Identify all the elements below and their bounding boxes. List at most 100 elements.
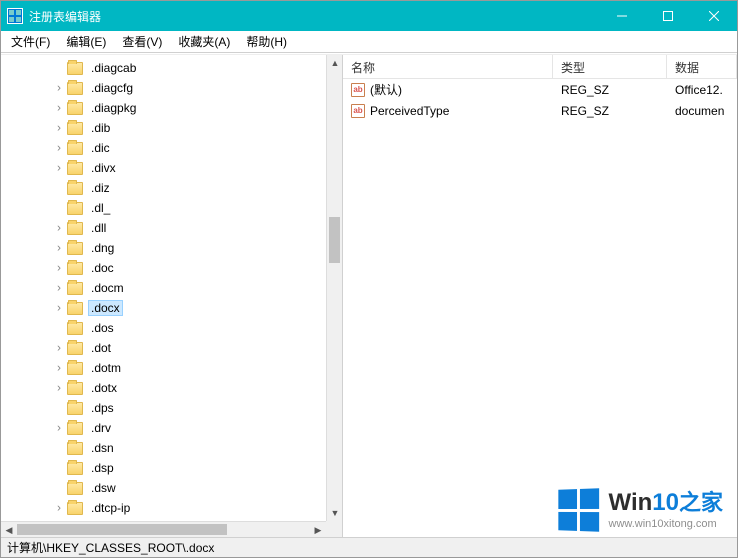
value-name-cell: ab(默认) (343, 81, 553, 98)
tree-item[interactable]: › .docx (1, 298, 326, 318)
expander-icon[interactable]: › (52, 141, 66, 155)
tree-item-label: .docm (88, 280, 127, 296)
menu-favorites[interactable]: 收藏夹(A) (172, 31, 236, 52)
tree-item-label: .dsw (88, 480, 119, 496)
expander-icon[interactable]: › (52, 421, 66, 435)
tree-item[interactable]: ›.dic (1, 138, 326, 158)
folder-icon (67, 422, 83, 435)
content-area: .diagcab›.diagcfg›.diagpkg›.dib›.dic›.di… (1, 54, 737, 537)
tree-item[interactable]: .diz (1, 178, 326, 198)
tree-pane: .diagcab›.diagcfg›.diagpkg›.dib›.dic›.di… (1, 55, 343, 537)
tree-horizontal-scrollbar[interactable]: ◀ ▶ (1, 521, 326, 537)
scroll-up-arrow[interactable]: ▲ (327, 55, 343, 71)
registry-tree[interactable]: .diagcab›.diagcfg›.diagpkg›.dib›.dic›.di… (1, 55, 326, 521)
folder-icon (67, 82, 83, 95)
menu-edit[interactable]: 编辑(E) (60, 31, 112, 52)
expander-icon[interactable]: › (52, 381, 66, 395)
folder-icon (67, 482, 83, 495)
tree-item-label: .dib (88, 120, 113, 136)
scrollbar-thumb-h[interactable] (17, 524, 227, 535)
tree-item[interactable]: ›.dot (1, 338, 326, 358)
folder-icon (67, 322, 83, 335)
tree-item[interactable]: ›.dll (1, 218, 326, 238)
tree-item[interactable]: .dos (1, 318, 326, 338)
scroll-down-arrow[interactable]: ▼ (327, 505, 343, 521)
tree-item[interactable]: .dps (1, 398, 326, 418)
close-button[interactable] (691, 1, 737, 31)
tree-item[interactable]: ›.divx (1, 158, 326, 178)
folder-icon (67, 262, 83, 275)
expander-icon[interactable]: › (52, 501, 66, 515)
tree-item[interactable]: .diagcab (1, 58, 326, 78)
folder-icon (67, 442, 83, 455)
expander-icon[interactable]: › (52, 241, 66, 255)
scroll-right-arrow[interactable]: ▶ (310, 522, 326, 537)
folder-icon (67, 242, 83, 255)
expander-icon[interactable]: › (52, 81, 66, 95)
tree-item[interactable]: › .dtcp-ip (1, 498, 326, 518)
expander-icon[interactable]: › (52, 281, 66, 295)
scroll-left-arrow[interactable]: ◀ (1, 522, 17, 537)
folder-icon (67, 62, 83, 75)
tree-item-label: .dsp (88, 460, 117, 476)
tree-item[interactable]: › .dib (1, 118, 326, 138)
window-controls (599, 1, 737, 31)
tree-item[interactable]: .dl_ (1, 198, 326, 218)
value-data: documen (667, 104, 737, 118)
folder-icon (67, 282, 83, 295)
folder-icon (67, 302, 83, 315)
menu-view[interactable]: 查看(V) (116, 31, 168, 52)
tree-item[interactable]: .dsp (1, 458, 326, 478)
tree-item[interactable]: ›.diagcfg (1, 78, 326, 98)
expander-placeholder (52, 441, 66, 455)
expander-icon[interactable]: › (52, 261, 66, 275)
tree-item[interactable]: ›.drv (1, 418, 326, 438)
folder-icon (67, 222, 83, 235)
tree-item[interactable]: ›.dotx (1, 378, 326, 398)
tree-item[interactable]: ›.doc (1, 258, 326, 278)
tree-item[interactable]: › .docm (1, 278, 326, 298)
tree-item[interactable]: ›.diagpkg (1, 98, 326, 118)
tree-item-label: .dl_ (88, 200, 113, 216)
menu-help[interactable]: 帮助(H) (240, 31, 293, 52)
expander-icon[interactable]: › (52, 301, 66, 315)
expander-icon[interactable]: › (52, 161, 66, 175)
expander-placeholder (52, 61, 66, 75)
values-list[interactable]: ab(默认)REG_SZOffice12.abPerceivedTypeREG_… (343, 79, 737, 121)
tree-item-label: .diagcab (88, 60, 139, 76)
expander-icon[interactable]: › (52, 221, 66, 235)
tree-item[interactable]: › .dotm (1, 358, 326, 378)
value-row[interactable]: abPerceivedTypeREG_SZdocumen (343, 100, 737, 121)
expander-placeholder (52, 401, 66, 415)
folder-icon (67, 342, 83, 355)
folder-icon (67, 102, 83, 115)
status-path: 计算机\HKEY_CLASSES_ROOT\.docx (7, 539, 214, 556)
expander-placeholder (52, 481, 66, 495)
expander-icon[interactable]: › (52, 121, 66, 135)
tree-item-label: .dng (88, 240, 117, 256)
tree-item-label: .dps (88, 400, 117, 416)
tree-item[interactable]: .dsn (1, 438, 326, 458)
tree-item-label: .dtcp-ip (88, 500, 133, 516)
tree-item-label: .dotm (88, 360, 124, 376)
column-data[interactable]: 数据 (667, 55, 737, 78)
tree-vertical-scrollbar[interactable]: ▲ ▼ (326, 55, 342, 521)
column-type[interactable]: 类型 (553, 55, 667, 78)
expander-icon[interactable]: › (52, 101, 66, 115)
expander-placeholder (52, 321, 66, 335)
tree-item[interactable]: › .dng (1, 238, 326, 258)
value-name: (默认) (370, 81, 402, 98)
scrollbar-thumb[interactable] (329, 217, 340, 263)
expander-icon[interactable]: › (52, 341, 66, 355)
maximize-button[interactable] (645, 1, 691, 31)
tree-item-label: .dos (88, 320, 117, 336)
expander-icon[interactable]: › (52, 361, 66, 375)
value-row[interactable]: ab(默认)REG_SZOffice12. (343, 79, 737, 100)
menu-bar: 文件(F) 编辑(E) 查看(V) 收藏夹(A) 帮助(H) (1, 31, 737, 53)
minimize-button[interactable] (599, 1, 645, 31)
menu-file[interactable]: 文件(F) (5, 31, 56, 52)
tree-item-label: .docx (88, 300, 123, 316)
column-name[interactable]: 名称 (343, 55, 553, 78)
tree-item[interactable]: .dsw (1, 478, 326, 498)
values-pane: 名称 类型 数据 ab(默认)REG_SZOffice12.abPerceive… (343, 55, 737, 537)
